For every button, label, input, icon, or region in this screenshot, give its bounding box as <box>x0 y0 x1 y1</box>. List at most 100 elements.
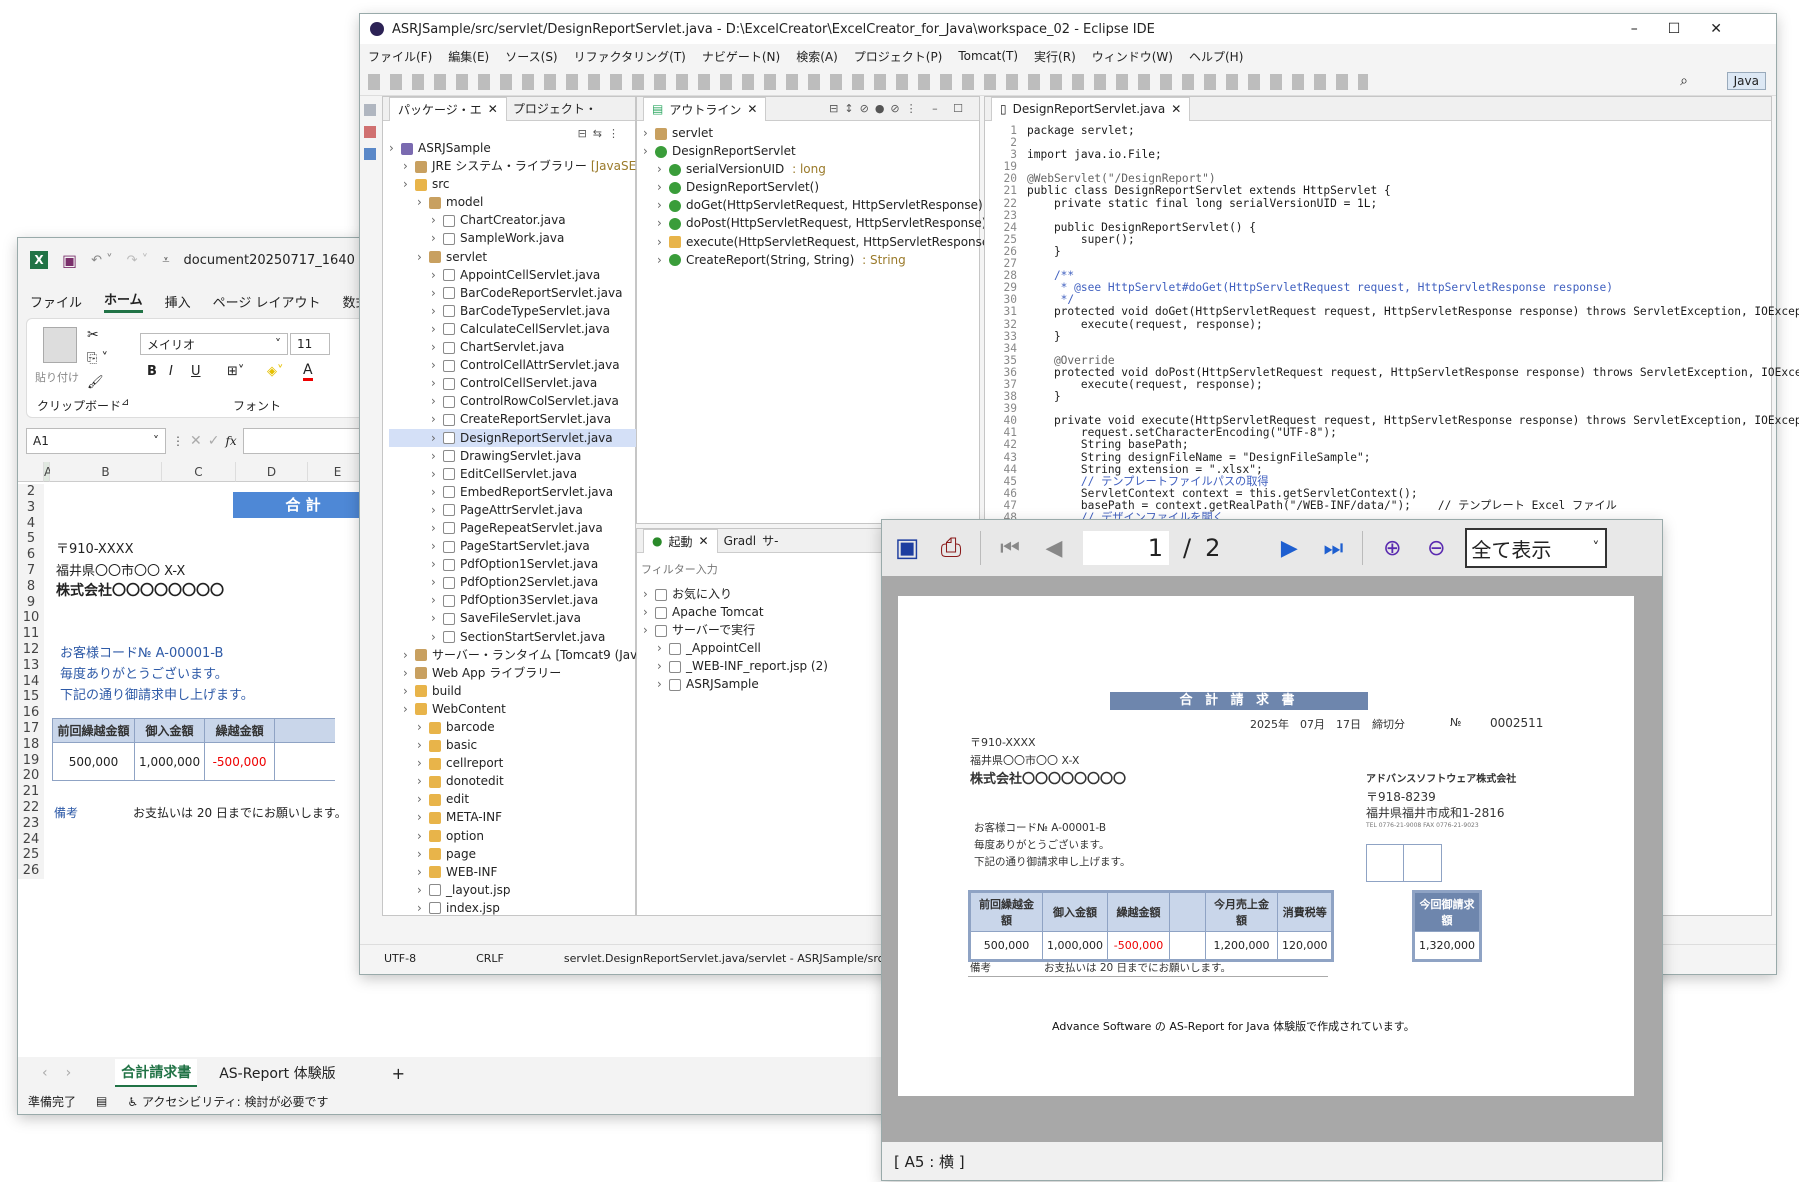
row-header[interactable]: 9 <box>18 594 44 611</box>
tab-outline[interactable]: ▤ アウトライン ✕ <box>643 96 767 121</box>
row-header[interactable]: 23 <box>18 815 44 832</box>
close-icon[interactable]: ✕ <box>1171 102 1181 116</box>
row-header[interactable]: 20 <box>18 768 44 785</box>
chevron-icon[interactable]: › <box>403 646 415 664</box>
chevron-icon[interactable]: › <box>643 603 655 621</box>
chevron-icon[interactable]: › <box>417 790 429 808</box>
sheet-tab-as-report[interactable]: AS-Report 体験版 <box>219 1063 335 1083</box>
tree-item[interactable]: › AppointCellServlet.java <box>389 266 669 284</box>
tab-page-layout[interactable]: ページ レイアウト <box>213 292 321 311</box>
toolbar-icons[interactable] <box>368 74 1368 90</box>
select-all-corner[interactable] <box>18 462 44 482</box>
tree-item[interactable]: › BarCodeReportServlet.java <box>389 284 669 302</box>
tab-file[interactable]: ファイル <box>30 292 82 311</box>
save-icon[interactable]: ▣ <box>892 533 922 563</box>
tab-servers[interactable]: サ- <box>762 532 778 549</box>
code-line[interactable]: 26 } <box>989 245 1799 258</box>
row-header[interactable]: 22 <box>18 800 44 816</box>
tree-item[interactable]: › doGet(HttpServletRequest, HttpServletRe… <box>643 196 1002 214</box>
window-controls[interactable]: –☐✕ <box>1631 21 1752 37</box>
italic-button[interactable]: I <box>169 364 173 379</box>
code-line[interactable]: 25 super(); <box>989 233 1799 246</box>
outline-toolbar-icons[interactable]: ⊟↕⊘●⊘⋮ – ☐ <box>829 102 969 115</box>
chevron-icon[interactable]: › <box>417 754 429 772</box>
menu-item[interactable]: リファクタリング(T) <box>574 48 686 65</box>
tree-item[interactable]: › page <box>389 845 669 863</box>
font-name-select[interactable]: メイリオ ˅ <box>140 333 288 355</box>
chevron-icon[interactable]: › <box>431 229 443 247</box>
java-perspective-button[interactable]: Java <box>1726 72 1766 90</box>
copy-icon[interactable]: ⎘ ˅ <box>87 351 108 366</box>
save-icon[interactable]: ▣ <box>62 251 77 270</box>
chevron-icon[interactable]: › <box>431 483 443 501</box>
tree-item[interactable]: › ControlCellServlet.java <box>389 374 669 392</box>
zoom-out-icon[interactable]: ⊖ <box>1421 533 1451 563</box>
chevron-icon[interactable]: › <box>403 700 415 718</box>
menu-item[interactable]: ソース(S) <box>505 48 557 65</box>
chevron-icon[interactable]: › <box>657 639 669 657</box>
font-color-icon[interactable]: A <box>303 362 313 381</box>
zoom-in-icon[interactable]: ⊕ <box>1377 533 1407 563</box>
next-sheet-icon[interactable]: › <box>66 1065 72 1081</box>
tree-item[interactable]: › _AppointCell <box>643 639 828 657</box>
search-icon[interactable]: ⌕ <box>1680 73 1688 89</box>
code-text[interactable]: 1 package servlet; 2 3 import java.io.File; 1… <box>989 124 1799 524</box>
tree-item[interactable]: › ASRJSample <box>389 139 669 157</box>
row-header[interactable]: 26 <box>18 863 44 879</box>
chevron-icon[interactable]: › <box>431 374 443 392</box>
tab-gradle[interactable]: Gradl <box>724 534 757 548</box>
chevron-icon[interactable]: › <box>417 736 429 754</box>
tree-item[interactable]: › ChartCreator.java <box>389 211 669 229</box>
menu-item[interactable]: プロジェクト(P) <box>854 48 943 65</box>
tree-item[interactable]: › ASRJSample <box>643 675 828 693</box>
tree-item[interactable]: › serialVersionUID : long <box>643 160 1002 178</box>
font-size-select[interactable]: 11 <box>290 333 330 355</box>
code-line[interactable]: 37 execute(request, response); <box>989 378 1799 391</box>
paste-icon[interactable] <box>43 327 77 363</box>
code-line[interactable]: 29 * @see HttpServlet#doGet(HttpServletR… <box>989 282 1799 294</box>
tree-item[interactable]: › _WEB-INF_report.jsp (2) <box>643 657 828 675</box>
tree-item[interactable]: › CreateReport(String, String) : String <box>643 251 1002 269</box>
chevron-icon[interactable]: › <box>431 519 443 537</box>
tree-item[interactable]: › PdfOption3Servlet.java <box>389 591 669 609</box>
chevron-icon[interactable]: › <box>431 591 443 609</box>
cut-icon[interactable]: ✂ <box>87 327 99 343</box>
tree-item[interactable]: › SaveFileServlet.java <box>389 609 669 627</box>
tree-item[interactable]: › option <box>389 827 669 845</box>
code-line[interactable]: 33 } <box>989 330 1799 343</box>
menu-item[interactable]: ウィンドウ(W) <box>1092 48 1173 65</box>
col-header-d[interactable]: D <box>236 462 308 482</box>
chevron-icon[interactable]: › <box>403 157 415 175</box>
tree-item[interactable]: › JRE システム・ライブラリー [JavaSE-11] <box>389 157 669 175</box>
col-header-e[interactable]: E <box>308 462 368 482</box>
tree-item[interactable]: › cellreport <box>389 754 669 772</box>
tree-item[interactable]: › _layout.jsp <box>389 881 669 899</box>
menu-item[interactable]: Tomcat(T) <box>958 49 1018 63</box>
menu-item[interactable]: 検索(A) <box>796 48 838 65</box>
tree-item[interactable]: › PageAttrServlet.java <box>389 501 669 519</box>
chevron-icon[interactable]: › <box>657 178 669 196</box>
chevron-icon[interactable]: › <box>431 302 443 320</box>
page-input[interactable]: 1 <box>1083 531 1169 565</box>
last-page-icon[interactable]: ⏭ <box>1318 533 1348 563</box>
next-page-icon[interactable]: ▶ <box>1274 533 1304 563</box>
row-header[interactable]: 10 <box>18 610 44 627</box>
chevron-icon[interactable]: › <box>643 621 655 639</box>
macro-icon[interactable]: ▤ <box>96 1094 107 1108</box>
fill-color-icon[interactable]: ◈˅ <box>267 364 284 379</box>
chevron-icon[interactable]: › <box>403 175 415 193</box>
chevron-icon[interactable]: › <box>417 808 429 826</box>
row-header[interactable]: 8 <box>18 578 44 595</box>
print-icon[interactable]: ⎙ <box>936 533 966 563</box>
tab-home[interactable]: ホーム <box>104 289 143 313</box>
row-header[interactable]: 2 <box>18 484 44 500</box>
bold-button[interactable]: B <box>147 364 157 379</box>
chevron-icon[interactable]: › <box>431 501 443 519</box>
chevron-icon[interactable]: › <box>431 338 443 356</box>
tree-item[interactable]: › servlet <box>643 124 1002 142</box>
redo-icon[interactable]: ↷ ˅ <box>127 253 149 268</box>
tab-insert[interactable]: 挿入 <box>165 292 191 311</box>
chevron-icon[interactable]: › <box>657 251 669 269</box>
tree-item[interactable]: › PdfOption2Servlet.java <box>389 573 669 591</box>
chevron-icon[interactable]: › <box>403 682 415 700</box>
